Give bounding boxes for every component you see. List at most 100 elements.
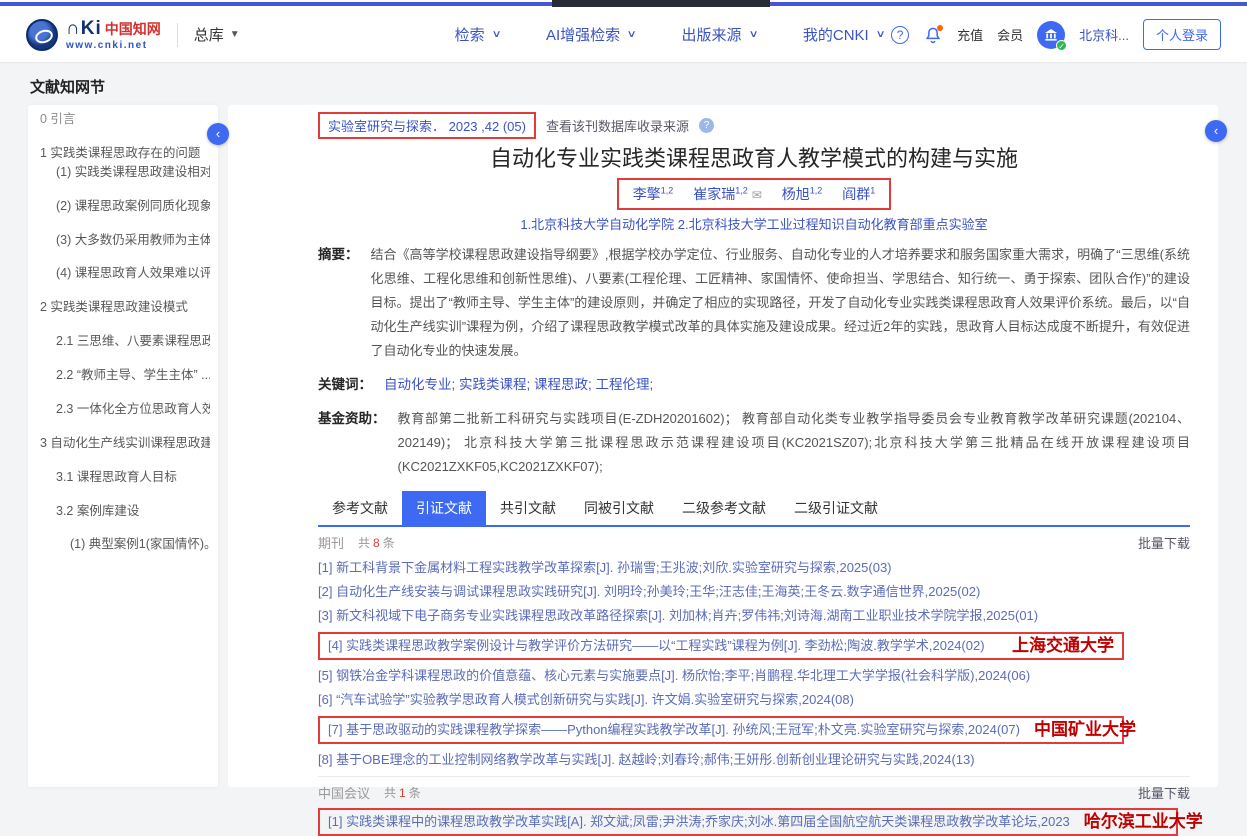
- outline-item[interactable]: 3 自动化生产线实训课程思政建...: [40, 435, 210, 452]
- outline-item[interactable]: 2.1 三思维、八要素课程思政...: [40, 333, 210, 350]
- abstract-row: 摘要： 结合《高等学校课程思政建设指导纲要》,根据学校办学定位、行业服务、自动化…: [318, 243, 1190, 363]
- author-link[interactable]: 李擎1,2: [633, 184, 674, 204]
- cnki-logo[interactable]: ∩Ki 中国知网 www.cnki.net: [26, 19, 161, 51]
- outline-item[interactable]: 3.1 课程思政育人目标: [40, 469, 210, 486]
- tab[interactable]: 同被引文献: [570, 491, 668, 525]
- sidebar-collapse-button[interactable]: ‹: [207, 123, 229, 145]
- abstract-text: 结合《高等学校课程思政建设指导纲要》,根据学校办学定位、行业服务、自动化专业的人…: [371, 243, 1191, 363]
- affiliations[interactable]: 1.北京科技大学自动化学院 2.北京科技大学工业过程知识自动化教育部重点实验室: [318, 214, 1190, 233]
- recharge-link[interactable]: 充值: [957, 25, 983, 44]
- chevron-down-icon: ∨: [491, 29, 501, 40]
- author-link[interactable]: 阎群1: [842, 184, 875, 204]
- outline-item[interactable]: 2.2 “教师主导、学生主体” ...: [40, 367, 210, 384]
- outline-item[interactable]: (4) 课程思政育人效果难以评...: [40, 265, 210, 282]
- outline-item[interactable]: (3) 大多数仍采用教师为主体...: [40, 232, 210, 249]
- journal-source-highlighted[interactable]: 实验室研究与探索． 2023 ,42 (05): [318, 112, 536, 139]
- member-link[interactable]: 会员: [997, 25, 1023, 44]
- tab[interactable]: 引证文献: [402, 491, 486, 525]
- keywords-label: 关键词：: [318, 373, 372, 397]
- citation-text[interactable]: [6] “汽车试验学”实验教学思政育人模式创新研究与实践[J]. 许文娟.实验室…: [318, 692, 854, 707]
- outline-item[interactable]: 2.3 一体化全方位思政育人效...: [40, 401, 210, 418]
- citation-tabs: 参考文献引证文献共引文献同被引文献二级参考文献二级引证文献: [318, 491, 1190, 527]
- citation-item[interactable]: [3] 新文科视域下电子商务专业实践课程思政改革路径探索[J]. 刘加林;肖卉;…: [318, 608, 1190, 624]
- database-switch-label: 总库: [194, 24, 224, 45]
- cnki-logo-text: ∩Ki 中国知网 www.cnki.net: [66, 19, 161, 51]
- annotation-university: 上海交通大学: [998, 638, 1114, 654]
- funding-row: 基金资助： 教育部第二批新工科研究与实践项目(E-ZDH20201602)； 教…: [318, 407, 1190, 479]
- annotation-university: 哈尔滨工业大学: [1070, 814, 1203, 830]
- tab[interactable]: 二级引证文献: [780, 491, 892, 525]
- author-affiliation-sup: 1,2: [810, 185, 823, 195]
- nav-menu-label: 检索: [455, 24, 485, 45]
- citation-text[interactable]: [8] 基于OBE理念的工业控制网络教学改革与实践[J]. 赵越岭;刘春玲;郝伟…: [318, 752, 975, 767]
- citation-text[interactable]: [3] 新文科视域下电子商务专业实践课程思政改革路径探索[J]. 刘加林;肖卉;…: [318, 608, 1038, 623]
- help-icon[interactable]: ?: [891, 26, 909, 44]
- authors-line: 李擎1,2崔家瑞1,2✉杨旭1,2阎群1: [318, 178, 1190, 210]
- notification-bell-icon[interactable]: [923, 25, 943, 45]
- nav-menu-label: AI增强检索: [546, 24, 620, 45]
- logo-latin: ∩Ki: [66, 19, 102, 38]
- citation-item[interactable]: [4] 实践类课程思政教学案例设计与教学评价方法研究——以“工程实践”课程为例[…: [318, 632, 1124, 660]
- institution-name[interactable]: 北京科...: [1079, 25, 1129, 44]
- citation-text[interactable]: [1] 实践类课程中的课程思政教学改革实践[A]. 郑文斌;凤雷;尹洪涛;乔家庆…: [328, 814, 1070, 830]
- nav-menu-item[interactable]: 检索 ∨: [455, 24, 500, 45]
- batch-download-link[interactable]: 批量下载: [1138, 783, 1190, 802]
- citation-item[interactable]: [1] 实践类课程中的课程思政教学改革实践[A]. 郑文斌;凤雷;尹洪涛;乔家庆…: [318, 808, 1178, 836]
- keywords-row: 关键词： 自动化专业; 实践类课程; 课程思政; 工程伦理;: [318, 373, 1190, 397]
- nav-menu-item[interactable]: 出版来源 ∨: [682, 24, 757, 45]
- outline-item[interactable]: 3.2 案例库建设: [40, 503, 210, 520]
- section-type-label: 中国会议: [318, 783, 370, 802]
- authors-highlighted-box: 李擎1,2崔家瑞1,2✉杨旭1,2阎群1: [617, 178, 892, 210]
- author-name: 崔家瑞: [693, 186, 735, 202]
- nav-menu-label: 出版来源: [682, 24, 742, 45]
- citation-text[interactable]: [5] 钢铁冶金学科课程思政的价值意蕴、核心元素与实施要点[J]. 杨欣怡;李平…: [318, 668, 1030, 683]
- author-link[interactable]: 崔家瑞1,2✉: [693, 184, 762, 204]
- caret-down-icon: ▼: [230, 29, 240, 40]
- navbar-right: ? 充值 会员 ✓ 北京科... 个人登录: [891, 19, 1221, 50]
- outline-item[interactable]: 0 引言: [40, 111, 210, 128]
- citation-item[interactable]: [2] 自动化生产线安装与调试课程思政实践研究[J]. 刘明玲;孙美玲;王华;汪…: [318, 584, 1190, 600]
- navbar: ∩Ki 中国知网 www.cnki.net 总库 ▼ 检索 ∨ AI增强检索 ∨…: [0, 7, 1247, 62]
- tab[interactable]: 二级参考文献: [668, 491, 780, 525]
- citation-item[interactable]: [6] “汽车试验学”实验教学思政育人模式创新研究与实践[J]. 许文娟.实验室…: [318, 692, 1190, 708]
- funding-text: 教育部第二批新工科研究与实践项目(E-ZDH20201602)； 教育部自动化类…: [398, 407, 1191, 479]
- institution-avatar[interactable]: ✓: [1037, 21, 1065, 49]
- author-link[interactable]: 杨旭1,2: [782, 184, 823, 204]
- nav-menu-item[interactable]: 我的CNKI ∨: [803, 24, 884, 45]
- journal-citation-list: [1] 新工科背景下金属材料工程实践教学改革探索[J]. 孙瑞雪;王兆波;刘欣.…: [318, 560, 1190, 768]
- database-switch[interactable]: 总库 ▼: [194, 24, 240, 45]
- author-name: 阎群: [842, 186, 870, 202]
- author-affiliation-sup: 1,2: [735, 185, 748, 195]
- author-affiliation-sup: 1: [870, 185, 875, 195]
- bank-icon: [1043, 27, 1059, 43]
- outline-item[interactable]: 2 实践类课程思政建设模式: [40, 299, 210, 316]
- citation-item[interactable]: [5] 钢铁冶金学科课程思政的价值意蕴、核心元素与实施要点[J]. 杨欣怡;李平…: [318, 668, 1190, 684]
- citation-item[interactable]: [8] 基于OBE理念的工业控制网络教学改革与实践[J]. 赵越岭;刘春玲;郝伟…: [318, 752, 1190, 768]
- author-name: 李擎: [633, 186, 661, 202]
- citation-item[interactable]: [1] 新工科背景下金属材料工程实践教学改革探索[J]. 孙瑞雪;王兆波;刘欣.…: [318, 560, 1190, 576]
- chevron-down-icon: ∨: [748, 29, 758, 40]
- right-collapse-button[interactable]: ‹: [1205, 120, 1227, 142]
- abstract-label: 摘要：: [318, 243, 359, 363]
- outline-item[interactable]: (1) 典型案例1(家国情怀)。: [40, 536, 210, 553]
- outline-item[interactable]: (2) 课程思政案例同质化现象...: [40, 198, 210, 215]
- nav-menu-item[interactable]: AI增强检索 ∨: [546, 24, 636, 45]
- citation-text[interactable]: [7] 基于思政驱动的实践课程教学探索——Python编程实践教学改革[J]. …: [328, 722, 1020, 738]
- outline-item[interactable]: (1) 实践类课程思政建设相对...: [40, 164, 210, 181]
- citation-text[interactable]: [4] 实践类课程思政教学案例设计与教学评价方法研究——以“工程实践”课程为例[…: [328, 638, 985, 654]
- citation-text[interactable]: [2] 自动化生产线安装与调试课程思政实践研究[J]. 刘明玲;孙美玲;王华;汪…: [318, 584, 980, 599]
- chevron-down-icon: ∨: [627, 29, 637, 40]
- source-database-link[interactable]: 查看该刊数据库收录来源: [546, 116, 689, 135]
- outline-item[interactable]: 1 实践类课程思政存在的问题: [40, 145, 210, 162]
- citation-item[interactable]: [7] 基于思政驱动的实践课程教学探索——Python编程实践教学改革[J]. …: [318, 716, 1124, 744]
- question-mark-icon[interactable]: ?: [699, 118, 714, 133]
- outline-sidebar: 0 引言 1 实践类课程思政存在的问题 (1) 实践类课程思政建设相对... (2) …: [28, 105, 218, 787]
- source-row: 实验室研究与探索． 2023 ,42 (05) 查看该刊数据库收录来源 ?: [318, 113, 1190, 137]
- personal-login-button[interactable]: 个人登录: [1143, 19, 1221, 50]
- tab[interactable]: 共引文献: [486, 491, 570, 525]
- verified-check-icon: ✓: [1056, 40, 1067, 51]
- keywords-values[interactable]: 自动化专业; 实践类课程; 课程思政; 工程伦理;: [384, 373, 653, 397]
- citation-text[interactable]: [1] 新工科背景下金属材料工程实践教学改革探索[J]. 孙瑞雪;王兆波;刘欣.…: [318, 560, 892, 575]
- batch-download-link[interactable]: 批量下载: [1138, 533, 1190, 552]
- tab[interactable]: 参考文献: [318, 491, 402, 525]
